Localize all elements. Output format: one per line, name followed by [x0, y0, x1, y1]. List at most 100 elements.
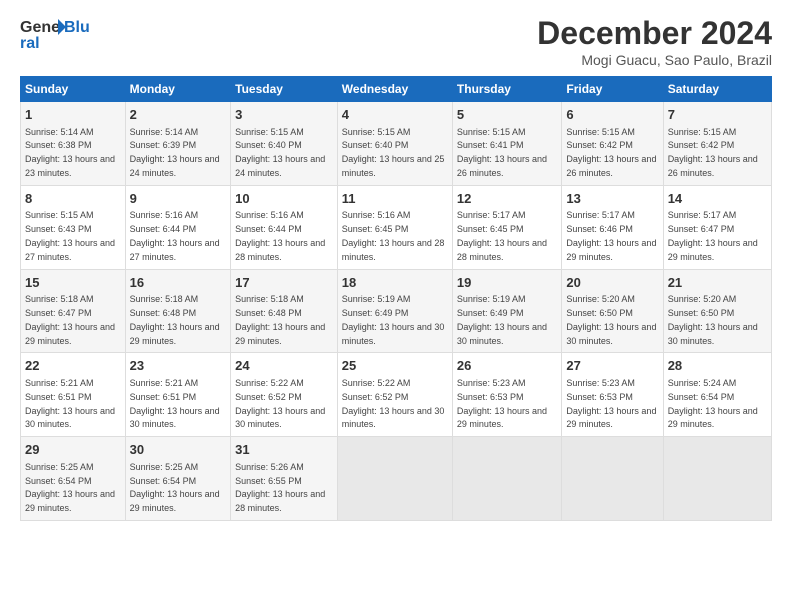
calendar-cell: 24 Sunrise: 5:22 AMSunset: 6:52 PMDaylig… — [231, 353, 338, 437]
day-number: 24 — [235, 357, 333, 375]
day-number: 9 — [130, 190, 227, 208]
day-number: 28 — [668, 357, 767, 375]
day-number: 23 — [130, 357, 227, 375]
day-number: 15 — [25, 274, 121, 292]
day-number: 27 — [566, 357, 658, 375]
week-row-2: 8 Sunrise: 5:15 AMSunset: 6:43 PMDayligh… — [21, 185, 772, 269]
calendar-cell: 5 Sunrise: 5:15 AMSunset: 6:41 PMDayligh… — [452, 102, 561, 186]
day-number: 3 — [235, 106, 333, 124]
calendar-cell: 22 Sunrise: 5:21 AMSunset: 6:51 PMDaylig… — [21, 353, 126, 437]
calendar-cell: 1 Sunrise: 5:14 AMSunset: 6:38 PMDayligh… — [21, 102, 126, 186]
logo: Gene ral Blue — [20, 15, 90, 55]
day-number: 30 — [130, 441, 227, 459]
day-number: 29 — [25, 441, 121, 459]
calendar-cell: 15 Sunrise: 5:18 AMSunset: 6:47 PMDaylig… — [21, 269, 126, 353]
day-info: Sunrise: 5:19 AMSunset: 6:49 PMDaylight:… — [342, 294, 445, 345]
day-info: Sunrise: 5:18 AMSunset: 6:48 PMDaylight:… — [130, 294, 220, 345]
day-number: 18 — [342, 274, 448, 292]
calendar-cell: 7 Sunrise: 5:15 AMSunset: 6:42 PMDayligh… — [663, 102, 771, 186]
week-row-3: 15 Sunrise: 5:18 AMSunset: 6:47 PMDaylig… — [21, 269, 772, 353]
calendar-page: Gene ral Blue December 2024 Mogi Guacu, … — [0, 0, 792, 612]
day-number: 6 — [566, 106, 658, 124]
logo-svg: Gene ral Blue — [20, 15, 90, 55]
title-area: December 2024 Mogi Guacu, Sao Paulo, Bra… — [537, 15, 772, 68]
calendar-cell: 19 Sunrise: 5:19 AMSunset: 6:49 PMDaylig… — [452, 269, 561, 353]
weekday-sunday: Sunday — [21, 77, 126, 102]
day-number: 17 — [235, 274, 333, 292]
calendar-cell: 14 Sunrise: 5:17 AMSunset: 6:47 PMDaylig… — [663, 185, 771, 269]
weekday-thursday: Thursday — [452, 77, 561, 102]
weekday-monday: Monday — [125, 77, 231, 102]
day-info: Sunrise: 5:15 AMSunset: 6:42 PMDaylight:… — [566, 127, 656, 178]
day-number: 11 — [342, 190, 448, 208]
calendar-cell: 18 Sunrise: 5:19 AMSunset: 6:49 PMDaylig… — [337, 269, 452, 353]
day-info: Sunrise: 5:23 AMSunset: 6:53 PMDaylight:… — [566, 378, 656, 429]
weekday-tuesday: Tuesday — [231, 77, 338, 102]
day-info: Sunrise: 5:22 AMSunset: 6:52 PMDaylight:… — [235, 378, 325, 429]
day-number: 5 — [457, 106, 557, 124]
day-number: 26 — [457, 357, 557, 375]
calendar-cell — [337, 437, 452, 521]
calendar-cell: 13 Sunrise: 5:17 AMSunset: 6:46 PMDaylig… — [562, 185, 663, 269]
location: Mogi Guacu, Sao Paulo, Brazil — [537, 52, 772, 68]
day-number: 12 — [457, 190, 557, 208]
day-info: Sunrise: 5:16 AMSunset: 6:44 PMDaylight:… — [130, 210, 220, 261]
day-number: 21 — [668, 274, 767, 292]
svg-text:ral: ral — [20, 35, 40, 52]
header: Gene ral Blue December 2024 Mogi Guacu, … — [20, 15, 772, 68]
calendar-cell: 3 Sunrise: 5:15 AMSunset: 6:40 PMDayligh… — [231, 102, 338, 186]
svg-text:Gene: Gene — [20, 19, 60, 36]
day-info: Sunrise: 5:25 AMSunset: 6:54 PMDaylight:… — [25, 462, 115, 513]
day-info: Sunrise: 5:17 AMSunset: 6:45 PMDaylight:… — [457, 210, 547, 261]
month-title: December 2024 — [537, 15, 772, 52]
day-info: Sunrise: 5:20 AMSunset: 6:50 PMDaylight:… — [668, 294, 758, 345]
day-info: Sunrise: 5:15 AMSunset: 6:43 PMDaylight:… — [25, 210, 115, 261]
day-info: Sunrise: 5:15 AMSunset: 6:41 PMDaylight:… — [457, 127, 547, 178]
day-info: Sunrise: 5:15 AMSunset: 6:42 PMDaylight:… — [668, 127, 758, 178]
day-info: Sunrise: 5:15 AMSunset: 6:40 PMDaylight:… — [342, 127, 445, 178]
day-number: 7 — [668, 106, 767, 124]
calendar-cell: 26 Sunrise: 5:23 AMSunset: 6:53 PMDaylig… — [452, 353, 561, 437]
day-info: Sunrise: 5:26 AMSunset: 6:55 PMDaylight:… — [235, 462, 325, 513]
day-number: 4 — [342, 106, 448, 124]
calendar-cell: 17 Sunrise: 5:18 AMSunset: 6:48 PMDaylig… — [231, 269, 338, 353]
day-info: Sunrise: 5:18 AMSunset: 6:48 PMDaylight:… — [235, 294, 325, 345]
day-number: 25 — [342, 357, 448, 375]
day-info: Sunrise: 5:17 AMSunset: 6:47 PMDaylight:… — [668, 210, 758, 261]
day-info: Sunrise: 5:19 AMSunset: 6:49 PMDaylight:… — [457, 294, 547, 345]
day-number: 1 — [25, 106, 121, 124]
calendar-cell: 8 Sunrise: 5:15 AMSunset: 6:43 PMDayligh… — [21, 185, 126, 269]
calendar-cell: 28 Sunrise: 5:24 AMSunset: 6:54 PMDaylig… — [663, 353, 771, 437]
day-info: Sunrise: 5:21 AMSunset: 6:51 PMDaylight:… — [130, 378, 220, 429]
calendar-cell: 21 Sunrise: 5:20 AMSunset: 6:50 PMDaylig… — [663, 269, 771, 353]
calendar-cell: 29 Sunrise: 5:25 AMSunset: 6:54 PMDaylig… — [21, 437, 126, 521]
day-info: Sunrise: 5:16 AMSunset: 6:44 PMDaylight:… — [235, 210, 325, 261]
day-number: 13 — [566, 190, 658, 208]
day-info: Sunrise: 5:17 AMSunset: 6:46 PMDaylight:… — [566, 210, 656, 261]
calendar-cell — [452, 437, 561, 521]
day-number: 20 — [566, 274, 658, 292]
day-info: Sunrise: 5:25 AMSunset: 6:54 PMDaylight:… — [130, 462, 220, 513]
week-row-5: 29 Sunrise: 5:25 AMSunset: 6:54 PMDaylig… — [21, 437, 772, 521]
day-info: Sunrise: 5:15 AMSunset: 6:40 PMDaylight:… — [235, 127, 325, 178]
week-row-1: 1 Sunrise: 5:14 AMSunset: 6:38 PMDayligh… — [21, 102, 772, 186]
day-number: 10 — [235, 190, 333, 208]
weekday-friday: Friday — [562, 77, 663, 102]
calendar-cell: 2 Sunrise: 5:14 AMSunset: 6:39 PMDayligh… — [125, 102, 231, 186]
day-info: Sunrise: 5:24 AMSunset: 6:54 PMDaylight:… — [668, 378, 758, 429]
calendar-cell: 20 Sunrise: 5:20 AMSunset: 6:50 PMDaylig… — [562, 269, 663, 353]
calendar-cell: 25 Sunrise: 5:22 AMSunset: 6:52 PMDaylig… — [337, 353, 452, 437]
day-number: 8 — [25, 190, 121, 208]
calendar-cell: 6 Sunrise: 5:15 AMSunset: 6:42 PMDayligh… — [562, 102, 663, 186]
calendar-cell — [562, 437, 663, 521]
day-info: Sunrise: 5:18 AMSunset: 6:47 PMDaylight:… — [25, 294, 115, 345]
day-info: Sunrise: 5:22 AMSunset: 6:52 PMDaylight:… — [342, 378, 445, 429]
day-info: Sunrise: 5:23 AMSunset: 6:53 PMDaylight:… — [457, 378, 547, 429]
day-info: Sunrise: 5:14 AMSunset: 6:38 PMDaylight:… — [25, 127, 115, 178]
day-info: Sunrise: 5:21 AMSunset: 6:51 PMDaylight:… — [25, 378, 115, 429]
day-number: 22 — [25, 357, 121, 375]
day-number: 19 — [457, 274, 557, 292]
calendar-cell: 4 Sunrise: 5:15 AMSunset: 6:40 PMDayligh… — [337, 102, 452, 186]
calendar-cell: 16 Sunrise: 5:18 AMSunset: 6:48 PMDaylig… — [125, 269, 231, 353]
weekday-header-row: SundayMondayTuesdayWednesdayThursdayFrid… — [21, 77, 772, 102]
